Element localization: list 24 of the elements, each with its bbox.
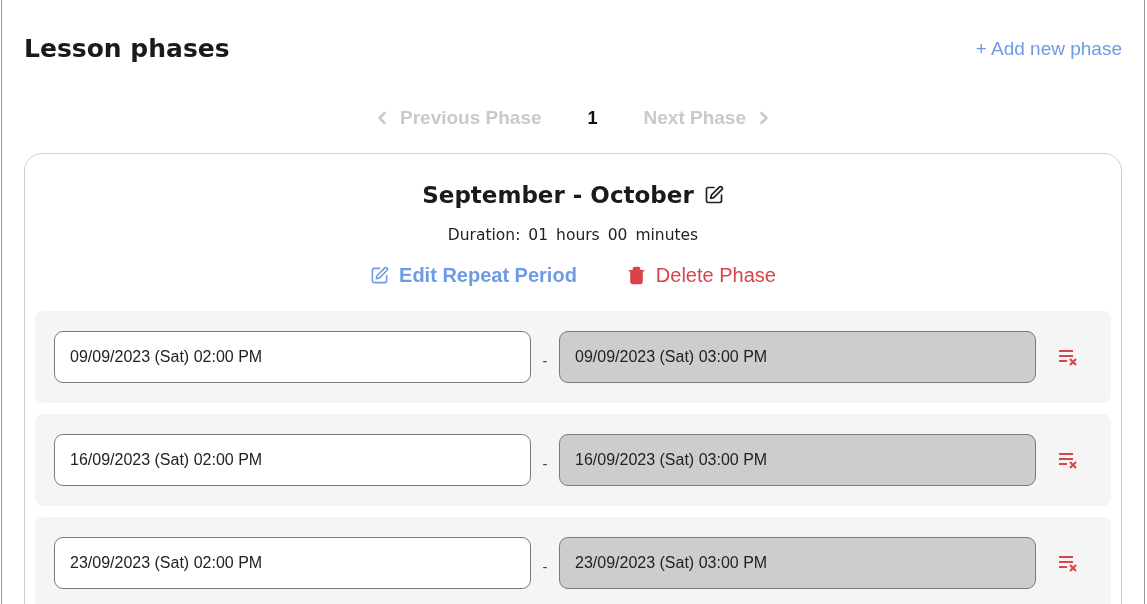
range-separator: - [541, 454, 549, 472]
clear-list-icon [1058, 554, 1078, 572]
remove-session-button[interactable] [1058, 348, 1078, 366]
hours-unit: hours [556, 226, 600, 244]
page-number: 1 [586, 107, 599, 129]
duration-label: Duration: [447, 226, 521, 244]
page-title: Lesson phases [24, 34, 230, 63]
edit-icon[interactable] [703, 185, 724, 205]
remove-session-button[interactable] [1058, 451, 1078, 469]
clear-list-icon [1058, 451, 1078, 469]
phase-title: September - October [422, 182, 694, 208]
remove-session-button[interactable] [1058, 554, 1078, 572]
delete-phase-button[interactable]: Delete Phase [626, 264, 776, 287]
start-time-field[interactable]: 23/09/2023 (Sat) 02:00 PM [54, 537, 531, 589]
clear-list-icon [1058, 348, 1078, 366]
duration-hours: 01 [528, 226, 549, 244]
start-time-field[interactable]: 09/09/2023 (Sat) 02:00 PM [54, 331, 531, 383]
duration-minutes: 00 [607, 226, 628, 244]
edit-icon [370, 266, 390, 285]
range-separator: - [541, 557, 549, 575]
trash-icon [626, 266, 646, 285]
start-time-field[interactable]: 16/09/2023 (Sat) 02:00 PM [54, 434, 531, 486]
minutes-unit: minutes [635, 226, 699, 244]
range-separator: - [541, 351, 549, 369]
